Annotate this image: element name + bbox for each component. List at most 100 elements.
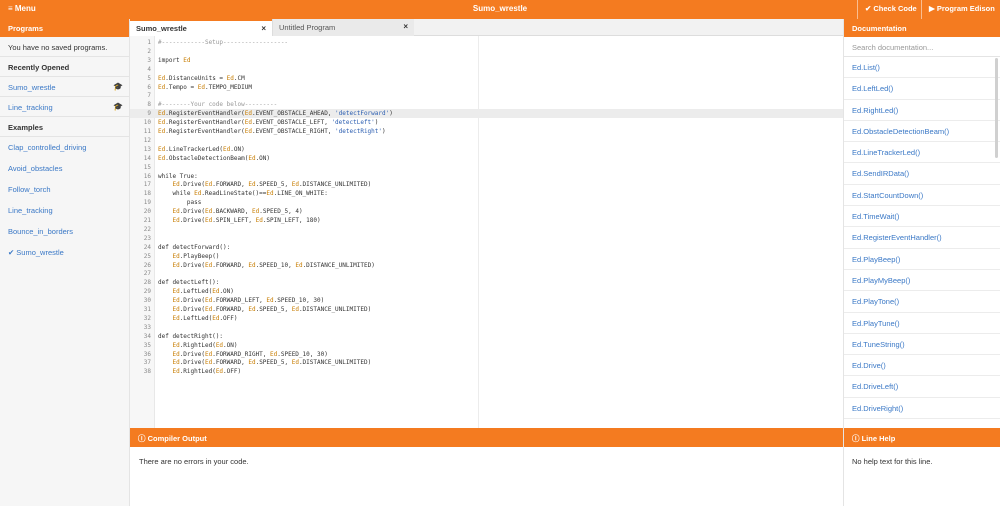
line-number: 37: [143, 359, 151, 367]
doc-item[interactable]: Ed.DriveLeft(): [844, 376, 1000, 398]
code-line: Ed.Drive(Ed.SPIN_LEFT, Ed.SPIN_LEFT, 180…: [172, 217, 321, 224]
line-number: 19: [143, 199, 151, 207]
code-line: while True:: [158, 172, 198, 180]
doc-item[interactable]: Ed.LeftLed(): [844, 78, 1000, 100]
code-line: Ed.Drive(Ed.BACKWARD, Ed.SPEED_5, 4): [172, 208, 303, 216]
doc-item[interactable]: Ed.TimeWait(): [844, 206, 1000, 228]
doc-item[interactable]: Ed.LineTrackerLed(): [844, 142, 1000, 164]
line-number: 33: [143, 323, 151, 331]
code-line: Ed.LeftLed(Ed.ON): [172, 288, 234, 296]
line-number: 12: [143, 136, 151, 144]
close-icon[interactable]: ×: [261, 24, 266, 33]
code-line: Ed.RegisterEventHandler(Ed.EVENT_OBSTACL…: [158, 110, 393, 118]
code-editor[interactable]: 1 #------------Setup------------------ 2 3 i…: [130, 36, 843, 428]
doc-item[interactable]: Ed.RightLed(): [844, 100, 1000, 121]
documentation-header: Documentation: [844, 19, 1000, 37]
compiler-output-panel: ⓘ Compiler Output There are no errors in…: [130, 428, 843, 506]
example-label: Sumo_wrestle: [16, 248, 64, 257]
line-number: 35: [143, 341, 151, 349]
code-line: Ed.Drive(Ed.FORWARD, Ed.SPEED_5, Ed.DIST…: [172, 181, 372, 189]
doc-item[interactable]: Ed.PlayTone(): [844, 291, 1000, 313]
line-number: 5: [147, 74, 151, 82]
program-edison-button[interactable]: ▶ Program Edison: [929, 4, 995, 13]
line-number: 20: [143, 208, 151, 216]
line-number: 1: [147, 39, 151, 46]
example-follow-torch[interactable]: Follow_torch: [0, 179, 129, 200]
code-line: Ed.Drive(Ed.FORWARD, Ed.SPEED_10, Ed.DIS…: [172, 261, 375, 269]
doc-item[interactable]: Ed.List(): [844, 57, 1000, 79]
code-line: while Ed.ReadLineState()==Ed.LINE_ON_WHI…: [158, 190, 328, 198]
doc-item[interactable]: Ed.PlayBeep(): [844, 249, 1000, 270]
tab-untitled-program[interactable]: Untitled Program ×: [272, 19, 414, 36]
recent-item-sumo-wrestle[interactable]: Sumo_wrestle 🎓: [0, 77, 129, 97]
print-margin: [478, 36, 479, 428]
line-number: 8: [147, 101, 151, 109]
editor-tabs: Sumo_wrestle × Untitled Program ×: [130, 19, 843, 36]
line-number: 23: [143, 234, 151, 242]
code-line: Ed.PlayBeep(): [172, 252, 220, 260]
programs-header: Programs: [0, 19, 129, 37]
line-number: 2: [147, 47, 151, 55]
program-title: Sumo_wrestle: [472, 4, 528, 13]
line-number: 11: [143, 128, 151, 135]
line-number: 9: [147, 110, 151, 118]
documentation-scrollbar[interactable]: [995, 58, 998, 158]
recent-item-label: Sumo_wrestle: [8, 83, 56, 92]
line-number: 34: [143, 332, 151, 340]
code-line: #--------Your code below---------: [158, 101, 278, 109]
graduation-cap-icon[interactable]: 🎓: [113, 82, 123, 91]
line-number: 38: [143, 368, 151, 376]
line-number: 28: [143, 279, 151, 287]
doc-item[interactable]: Ed.Drive(): [844, 355, 1000, 377]
example-bounce-in-borders[interactable]: Bounce_in_borders: [0, 221, 129, 242]
code-line: Ed.RightLed(Ed.OFF): [172, 368, 242, 376]
example-clap-controlled-driving[interactable]: Clap_controlled_driving: [0, 137, 129, 158]
code-line: Ed.Drive(Ed.FORWARD_LEFT, Ed.SPEED_10, 3…: [172, 297, 325, 305]
line-number: 18: [143, 190, 151, 198]
doc-item[interactable]: Ed.RegisterEventHandler(): [844, 227, 1000, 249]
tab-sumo-wrestle[interactable]: Sumo_wrestle ×: [130, 19, 272, 36]
doc-item[interactable]: Ed.DriveRight(): [844, 398, 1000, 420]
divider: [857, 0, 858, 19]
compiler-output-message: There are no errors in your code.: [139, 457, 249, 466]
doc-item[interactable]: Ed.ObstacleDetectionBeam(): [844, 121, 1000, 143]
doc-item[interactable]: Ed.StartCountDown(): [844, 185, 1000, 207]
line-number: 25: [143, 252, 151, 260]
line-number: 3: [147, 56, 151, 64]
doc-item[interactable]: Ed.TuneString(): [844, 334, 1000, 356]
line-number: 15: [143, 163, 151, 171]
checkmark-icon: ✔: [8, 248, 15, 257]
close-icon[interactable]: ×: [403, 22, 408, 31]
line-number: 17: [143, 181, 151, 189]
recent-item-line-tracking[interactable]: Line_tracking 🎓: [0, 97, 129, 117]
line-number: 26: [143, 261, 151, 269]
line-number: 29: [143, 288, 151, 296]
code-line: Ed.RightLed(Ed.ON): [172, 341, 238, 349]
example-sumo-wrestle[interactable]: ✔ Sumo_wrestle: [0, 242, 129, 263]
doc-item[interactable]: Ed.SendIRData(): [844, 163, 1000, 185]
check-code-button[interactable]: ✔ Check Code: [865, 4, 917, 13]
documentation-panel: Documentation Search documentation... Ed…: [843, 19, 1000, 428]
code-line: Ed.RegisterEventHandler(Ed.EVENT_OBSTACL…: [158, 128, 386, 135]
recently-opened-label: Recently Opened: [0, 57, 129, 77]
code-line: #------------Setup------------------: [158, 39, 289, 46]
top-bar: ≡ Menu Sumo_wrestle ✔ Check Code ▶ Progr…: [0, 0, 1000, 19]
compiler-output-header: ⓘ Compiler Output: [130, 428, 843, 447]
line-number: 4: [147, 65, 151, 73]
graduation-cap-icon[interactable]: 🎓: [113, 102, 123, 111]
line-number: 6: [147, 83, 151, 91]
code-line: Ed.LineTrackerLed(Ed.ON): [158, 145, 245, 153]
example-avoid-obstacles[interactable]: Avoid_obstacles: [0, 158, 129, 179]
tab-label: Untitled Program: [279, 23, 336, 32]
line-help-message: No help text for this line.: [852, 457, 933, 466]
code-line: Ed.Drive(Ed.FORWARD, Ed.SPEED_5, Ed.DIST…: [172, 359, 372, 367]
divider: [921, 0, 922, 19]
code-line: Ed.Drive(Ed.FORWARD, Ed.SPEED_5, Ed.DIST…: [172, 306, 372, 313]
code-line: Ed.Drive(Ed.FORWARD_RIGHT, Ed.SPEED_10, …: [172, 350, 328, 358]
line-number: 7: [147, 92, 151, 100]
doc-item[interactable]: Ed.PlayMyBeep(): [844, 270, 1000, 292]
doc-item[interactable]: Ed.PlayTune(): [844, 313, 1000, 334]
example-line-tracking[interactable]: Line_tracking: [0, 200, 129, 221]
documentation-search-input[interactable]: Search documentation...: [844, 37, 1000, 57]
code-line: Ed.Tempo = Ed.TEMPO_MEDIUM: [158, 83, 252, 91]
